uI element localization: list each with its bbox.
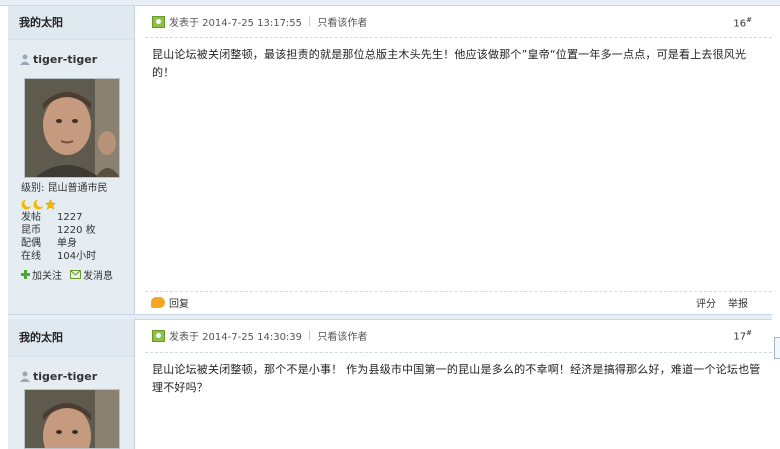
stat-label: 配偶 <box>21 238 41 249</box>
author-name-link[interactable]: tiger-tiger <box>8 369 134 383</box>
post-footer: 回复 评分 举报 <box>145 291 772 313</box>
author-only-link[interactable]: 只看该作者 <box>317 328 367 343</box>
post-time: 发表于 2014-7-25 13:17:55 <box>169 18 303 29</box>
post-main: 发表于 2014-7-25 14:30:39 | 只看该作者 17# 昆山论坛被… <box>145 319 772 449</box>
stat-value: 104小时 <box>57 251 97 262</box>
reply-button[interactable]: 回复 <box>151 295 189 310</box>
level-value: 昆山普通市民 <box>47 183 108 194</box>
author-name-link[interactable]: tiger-tiger <box>8 52 134 66</box>
follow-button[interactable]: 加关注 <box>21 267 62 282</box>
follow-label: 加关注 <box>32 270 62 282</box>
post-content: 昆山论坛被关闭整顿，那个不是小事！ 作为县级市中国第一的昆山是多么的不幸啊！经济… <box>152 363 761 394</box>
post-main: 发表于 2014-7-25 13:17:55 | 只看该作者 16# 昆山论坛被… <box>145 6 772 319</box>
floor-sup: # <box>746 329 752 337</box>
moon-badge-icon <box>33 198 44 209</box>
stat-value: 1220 枚 <box>57 225 96 236</box>
star-badge-icon <box>45 198 56 210</box>
stat-posts: 发帖 1227 <box>21 211 133 224</box>
floor-number[interactable]: 16# <box>733 16 752 29</box>
reply-bubble-icon <box>151 297 165 308</box>
message-icon <box>70 269 81 279</box>
author-name: tiger-tiger <box>33 52 98 66</box>
reply-label: 回复 <box>169 299 189 310</box>
post-actions: 评分 举报 <box>696 295 748 310</box>
user-icon <box>20 54 30 65</box>
post-16: 我的太阳 tiger-tiger 级别: 昆山普通市民 发帖 1227 昆币 1… <box>8 6 772 319</box>
post-content: 昆山论坛被关闭整顿，最该担责的就是那位总版主木头先生！他应该做那个”皇帝“位置一… <box>152 48 747 79</box>
stat-spouse: 配偶 单身 <box>21 237 133 250</box>
side-scroll-tab[interactable] <box>774 337 780 359</box>
stat-label: 昆币 <box>21 225 41 236</box>
message-button[interactable]: 发消息 <box>70 267 113 282</box>
section-label: 我的太阳 <box>8 6 134 40</box>
online-status-icon <box>152 15 165 28</box>
rate-link[interactable]: 评分 <box>696 295 716 310</box>
avatar[interactable] <box>24 389 120 449</box>
floor-sup: # <box>746 16 752 24</box>
stat-value: 1227 <box>57 212 83 223</box>
avatar[interactable] <box>24 78 120 178</box>
moon-badge-icon <box>21 198 32 209</box>
stat-online: 在线 104小时 <box>21 250 133 263</box>
plus-icon <box>21 269 30 279</box>
post-meta: 发表于 2014-7-25 13:17:55 | 只看该作者 16# <box>145 6 772 38</box>
level-badges <box>21 197 133 211</box>
user-icon <box>20 371 30 382</box>
stat-coins: 昆币 1220 枚 <box>21 224 133 237</box>
floor-number[interactable]: 17# <box>733 329 752 342</box>
post-17: 我的太阳 tiger-tiger 发表于 2014-7-25 14:30:39 … <box>8 319 772 449</box>
author-sidebar: 我的太阳 tiger-tiger 级别: 昆山普通市民 发帖 1227 昆币 1… <box>8 6 135 319</box>
author-name: tiger-tiger <box>33 369 98 383</box>
stat-label: 在线 <box>21 251 41 262</box>
floor-value: 16 <box>733 18 747 30</box>
floor-value: 17 <box>733 331 747 343</box>
level-label: 级别: <box>21 183 45 194</box>
online-status-icon <box>152 329 165 342</box>
message-label: 发消息 <box>83 270 113 282</box>
meta-separator: | <box>308 16 312 27</box>
level-row: 级别: 昆山普通市民 <box>21 182 133 196</box>
profile-actions: 加关注 发消息 <box>21 267 133 282</box>
post-meta: 发表于 2014-7-25 14:30:39 | 只看该作者 17# <box>145 319 772 353</box>
author-profile: 级别: 昆山普通市民 发帖 1227 昆币 1220 枚 配偶 单身 在线 104小时 … <box>21 182 133 282</box>
author-sidebar: 我的太阳 tiger-tiger <box>8 319 135 449</box>
stat-value: 单身 <box>57 238 77 249</box>
section-label: 我的太阳 <box>8 319 134 357</box>
post-time: 发表于 2014-7-25 14:30:39 <box>169 332 303 343</box>
meta-separator: | <box>308 330 312 341</box>
stat-label: 发帖 <box>21 212 41 223</box>
author-only-link[interactable]: 只看该作者 <box>317 14 367 29</box>
report-link[interactable]: 举报 <box>728 295 748 310</box>
